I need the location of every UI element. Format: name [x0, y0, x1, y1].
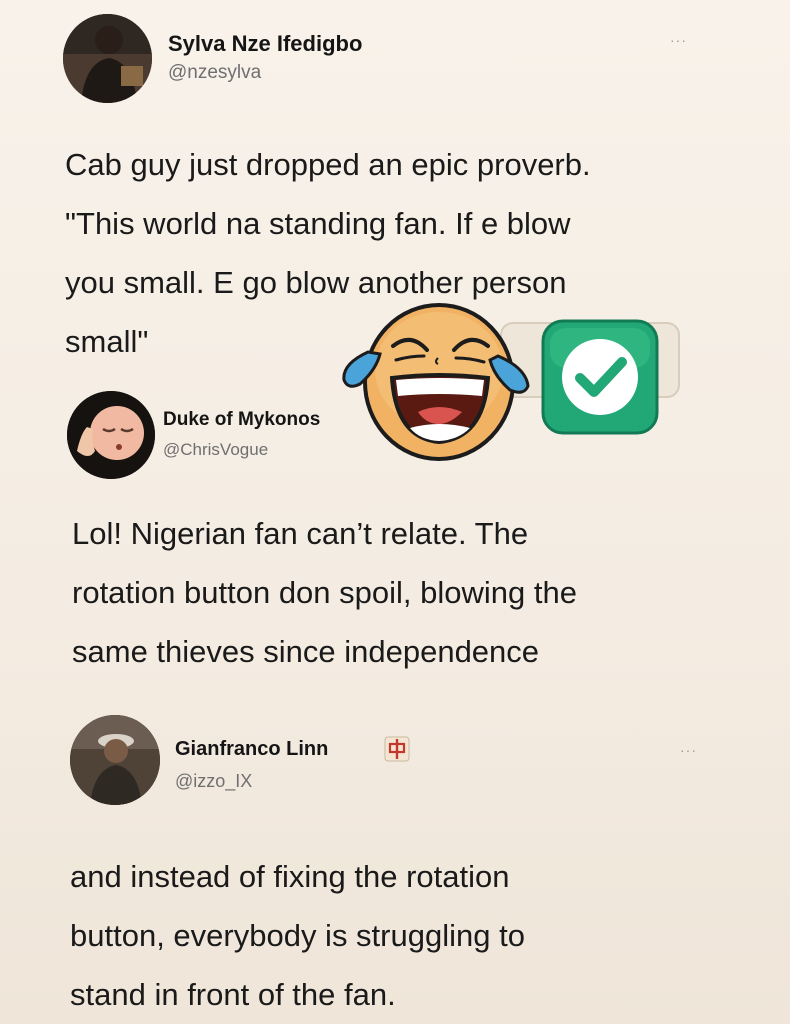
face-with-tears-of-joy-icon: [338, 300, 536, 465]
author-handle[interactable]: @ChrisVogue: [163, 440, 268, 460]
tweet-text: and instead of fixing the rotation butto…: [70, 847, 525, 1024]
screenshot-page: Sylva Nze Ifedigbo @nzesylva ··· Cab guy…: [0, 0, 790, 1024]
tweet-line: button, everybody is struggling to: [70, 918, 525, 953]
tweet-text: Lol! Nigerian fan can’t relate. The rota…: [72, 504, 577, 681]
sleepy-face-emoji-icon: [67, 391, 155, 479]
author-name[interactable]: Duke of Mykonos: [163, 409, 320, 431]
tweet-line: and instead of fixing the rotation: [70, 859, 510, 894]
tweet-line: rotation button don spoil, blowing the: [72, 575, 577, 610]
tweet-line: "This world na standing fan. If e blow: [65, 206, 571, 241]
tweet-line: same thieves since independence: [72, 634, 540, 669]
author-name[interactable]: Gianfranco Linn: [175, 738, 328, 761]
author-handle[interactable]: @izzo_IX: [175, 771, 252, 792]
tweet-line: stand in front of the fan.: [70, 977, 396, 1012]
chinese-character-flag-icon: [384, 736, 410, 762]
avatar-sylva[interactable]: [63, 14, 152, 103]
avatar-gianfranco[interactable]: [70, 715, 160, 805]
avatar-photo: [63, 14, 152, 103]
tweet-line: Lol! Nigerian fan can’t relate. The: [72, 516, 529, 551]
avatar-duke[interactable]: [67, 391, 155, 479]
author-name[interactable]: Sylva Nze Ifedigbo: [168, 31, 362, 57]
tweet-line: Cab guy just dropped an epic proverb.: [65, 147, 591, 182]
avatar-photo: [70, 715, 160, 805]
check-mark-button-icon: [540, 318, 660, 436]
more-options-icon[interactable]: ···: [680, 742, 697, 758]
more-options-icon[interactable]: ···: [670, 32, 687, 48]
author-handle[interactable]: @nzesylva: [168, 62, 261, 84]
